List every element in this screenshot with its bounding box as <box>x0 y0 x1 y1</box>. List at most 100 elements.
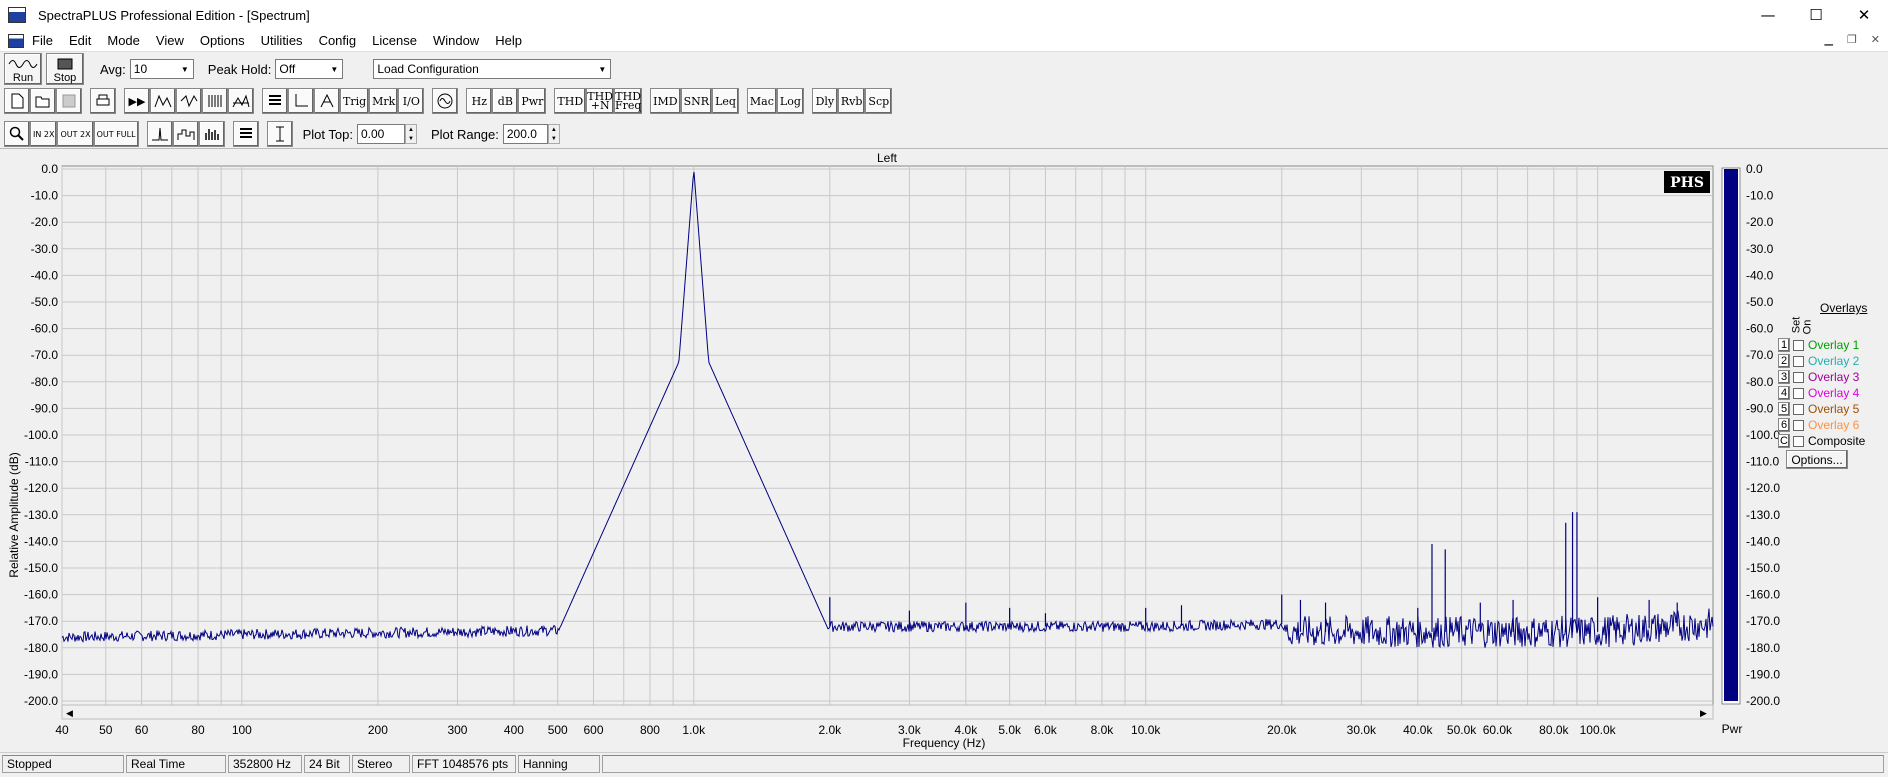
run-button[interactable]: Run <box>4 53 42 85</box>
pwr-button[interactable]: Pwr <box>518 88 547 114</box>
db-button[interactable]: dB <box>492 88 519 114</box>
overlay-set-button-5[interactable]: 5 <box>1778 402 1790 416</box>
menu-license[interactable]: License <box>364 33 425 48</box>
overlay-checkbox-3[interactable] <box>1793 371 1804 383</box>
leq-button[interactable]: Leq <box>712 88 739 114</box>
peak-hold-select[interactable]: Off ▼ <box>275 59 344 79</box>
view-spectrum-button[interactable] <box>150 88 176 114</box>
spectrum-chart[interactable]: Relative Amplitude (dB) Frequency (Hz) 0… <box>0 149 1888 751</box>
horizontal-scrollbar[interactable] <box>61 704 1714 720</box>
axis-button[interactable] <box>288 88 314 114</box>
power-bar-tick: -170.0 <box>1746 614 1780 628</box>
overlay-set-button-4[interactable]: 4 <box>1778 386 1790 400</box>
vertical-scale-icon <box>275 126 284 142</box>
overlay-checkbox-6[interactable] <box>1793 419 1804 431</box>
power-bar-tick: -110.0 <box>1746 455 1779 469</box>
generator-button[interactable] <box>432 88 459 114</box>
hz-button[interactable]: Hz <box>466 88 493 114</box>
snr-button[interactable]: SNR <box>680 88 713 114</box>
mrk-button[interactable]: Mrk <box>369 88 399 114</box>
menu-options[interactable]: Options <box>192 33 253 48</box>
menu-config[interactable]: Config <box>311 33 365 48</box>
x-tick-labels: 40 50 60 80 100 200 300 400 500 600 800 1.0k 2.0k 3.0… <box>55 723 1616 737</box>
overlay-set-button-3[interactable]: 3 <box>1778 370 1790 384</box>
bar-view-button[interactable] <box>198 121 225 147</box>
overlay-checkbox-1[interactable] <box>1793 339 1804 351</box>
dly-button[interactable]: Dly <box>811 88 838 114</box>
thd-freq-button[interactable]: THD Freq <box>614 88 643 114</box>
scp-button[interactable]: Scp <box>865 88 893 114</box>
chevron-down-icon: ▼ <box>330 64 339 74</box>
zoom-out-full-button[interactable]: OUT FULL <box>93 121 139 147</box>
zoom-in-2x-button[interactable]: IN 2X <box>30 121 58 147</box>
app-icon[interactable] <box>8 7 26 23</box>
stop-button[interactable]: Stop <box>46 53 84 85</box>
imd-button[interactable]: IMD <box>650 88 681 114</box>
overlay-set-button-2[interactable]: 2 <box>1778 354 1790 368</box>
overlay-options-button[interactable]: Options... <box>1786 450 1848 469</box>
x-tick-label: 5.0k <box>998 723 1022 737</box>
calibrate-button[interactable] <box>314 88 340 114</box>
thd-n-button[interactable]: THD +N <box>586 88 615 114</box>
overlay-label-1: Overlay 1 <box>1808 338 1860 352</box>
overlay-checkbox-2[interactable] <box>1793 355 1804 367</box>
status-window: Hanning <box>518 754 600 773</box>
menu-window[interactable]: Window <box>425 33 487 48</box>
rvb-button[interactable]: Rvb <box>837 88 866 114</box>
overlay-checkbox-composite[interactable] <box>1793 435 1804 447</box>
scale-button[interactable] <box>266 121 293 147</box>
config-select[interactable]: Load Configuration ▼ <box>373 59 612 79</box>
trig-button[interactable]: Trig <box>340 88 370 114</box>
document-icon[interactable] <box>8 33 24 48</box>
x-tick-label: 50 <box>99 723 113 737</box>
menu-view[interactable]: View <box>148 33 192 48</box>
menu-file[interactable]: File <box>24 33 61 48</box>
mdi-close-button[interactable]: ✕ <box>1871 33 1880 46</box>
menu-help[interactable]: Help <box>487 33 530 48</box>
avg-select[interactable]: 10 ▼ <box>129 59 194 79</box>
menu-edit[interactable]: Edit <box>61 33 99 48</box>
zoom-button[interactable] <box>4 121 30 147</box>
maximize-button[interactable]: ☐ <box>1792 0 1840 30</box>
menu-mode[interactable]: Mode <box>99 33 148 48</box>
fast-forward-button[interactable]: ▶▶ <box>124 88 150 114</box>
plot-range-spinner[interactable]: ▲ ▼ <box>547 124 560 144</box>
scroll-right-icon[interactable]: ▶ <box>1700 709 1707 719</box>
plot-range-field[interactable]: 200.0 <box>502 124 548 144</box>
overlay-set-button-1[interactable]: 1 <box>1778 338 1790 352</box>
view-time-button[interactable] <box>176 88 202 114</box>
overlay-set-button-composite[interactable]: C <box>1778 434 1790 448</box>
x-tick-label: 80.0k <box>1539 723 1569 737</box>
status-mode: Real Time <box>126 754 226 773</box>
menu-utilities[interactable]: Utilities <box>253 33 311 48</box>
x-tick-label: 600 <box>583 723 603 737</box>
plot-top-field[interactable]: 0.00 <box>356 124 405 144</box>
mdi-minimize-button[interactable]: ▁ <box>1824 33 1832 46</box>
octave-view-button[interactable] <box>172 121 199 147</box>
log-button[interactable]: Log <box>776 88 804 114</box>
y-tick-label: -50.0 <box>31 295 59 309</box>
print-button[interactable] <box>90 88 116 114</box>
view-3d-button[interactable] <box>228 88 254 114</box>
overlay-set-button-6[interactable]: 6 <box>1778 418 1790 432</box>
open-file-button[interactable] <box>30 88 56 114</box>
scroll-left-icon[interactable]: ◀ <box>66 709 73 719</box>
peak-view-button[interactable] <box>146 121 173 147</box>
octave-icon <box>177 129 195 140</box>
plot-top-spinner[interactable]: ▲ ▼ <box>404 124 417 144</box>
mac-button[interactable]: Mac <box>746 88 777 114</box>
thd-button[interactable]: THD <box>554 88 587 114</box>
new-file-button[interactable] <box>4 88 30 114</box>
save-button[interactable] <box>56 88 82 114</box>
overlay-checkbox-4[interactable] <box>1793 387 1804 399</box>
overlay-checkbox-5[interactable] <box>1793 403 1804 415</box>
zoom-out-2x-button[interactable]: OUT 2X <box>57 121 94 147</box>
io-button[interactable]: I/O <box>398 88 425 114</box>
mdi-restore-button[interactable]: ❐ <box>1847 33 1857 46</box>
view-spectrogram-button[interactable] <box>202 88 228 114</box>
settings-button[interactable] <box>262 88 288 114</box>
close-button[interactable]: ✕ <box>1840 0 1888 30</box>
x-tick-label: 40 <box>55 723 69 737</box>
plot-settings-button[interactable] <box>232 121 259 147</box>
minimize-button[interactable]: — <box>1744 0 1792 30</box>
